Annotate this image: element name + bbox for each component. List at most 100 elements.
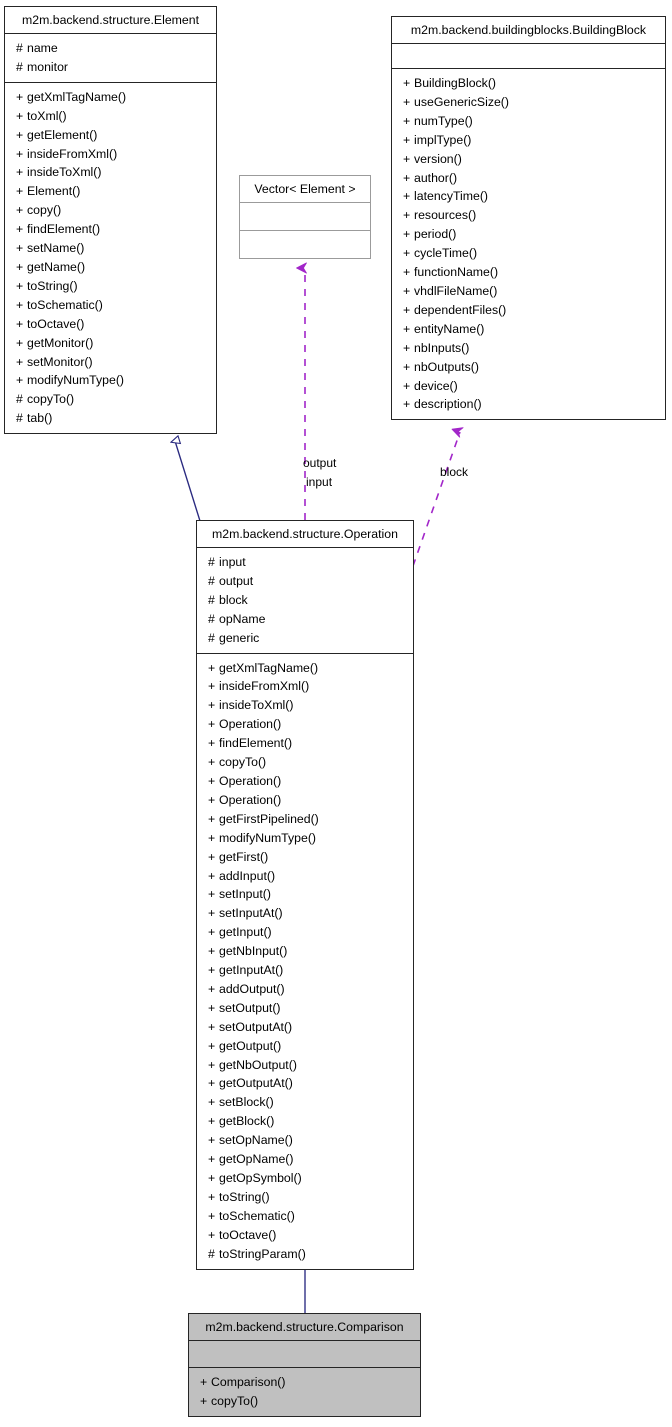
class-attributes-comparison: [189, 1341, 420, 1367]
visibility-marker: #: [208, 555, 215, 569]
visibility-marker: +: [208, 887, 216, 902]
visibility-marker: +: [208, 773, 216, 788]
class-member: # output: [197, 572, 413, 591]
class-attributes-element: # name # monitor: [5, 34, 216, 82]
member-label: findElement(): [219, 736, 293, 751]
member-label: output: [219, 573, 254, 588]
class-member: + getInput(): [197, 923, 413, 942]
visibility-marker: +: [16, 184, 24, 199]
member-label: useGenericSize(): [414, 94, 509, 109]
member-label: getFirstPipelined(): [219, 811, 319, 826]
class-member: + toOctave(): [197, 1226, 413, 1245]
visibility-marker: +: [208, 1095, 216, 1110]
member-label: copyTo(): [219, 755, 267, 770]
member-label: getElement(): [27, 127, 98, 142]
member-label: resources(): [414, 208, 477, 223]
class-member: + toString(): [197, 1188, 413, 1207]
class-box-comparison[interactable]: m2m.backend.structure.Comparison + Compar…: [188, 1313, 421, 1417]
member-label: numType(): [414, 113, 473, 128]
member-label: toOctave(): [219, 1227, 277, 1242]
class-member: + getBlock(): [197, 1112, 413, 1131]
member-label: insideToXml(): [219, 698, 294, 713]
visibility-marker: +: [208, 698, 216, 713]
visibility-marker: +: [208, 1227, 216, 1242]
visibility-marker: #: [16, 59, 23, 74]
class-member: + addInput(): [197, 867, 413, 886]
member-label: modifyNumType(): [219, 830, 317, 845]
member-label: monitor: [27, 59, 69, 74]
visibility-marker: +: [208, 1171, 216, 1185]
member-label: Operation(): [219, 792, 282, 807]
member-label: author(): [414, 170, 458, 185]
class-title-vector-element: Vector< Element >: [254, 182, 356, 196]
member-label: getMonitor(): [27, 335, 94, 350]
visibility-marker: +: [208, 830, 216, 845]
visibility-marker: +: [16, 241, 24, 256]
class-methods-operation: + getXmlTagName() + insideFromXml() + insid…: [197, 654, 413, 1269]
class-member: + implType(): [392, 131, 665, 150]
visibility-marker: +: [208, 1133, 216, 1148]
member-label: generic: [219, 630, 260, 645]
visibility-marker: +: [403, 340, 411, 355]
class-member: + description(): [392, 395, 665, 414]
member-label: getXmlTagName(): [219, 660, 319, 675]
class-box-building-block[interactable]: m2m.backend.buildingblocks.BuildingBlock…: [391, 16, 666, 421]
visibility-marker: +: [403, 208, 411, 223]
member-label: toOctave(): [27, 316, 85, 331]
class-box-operation[interactable]: m2m.backend.structure.Operation # input #…: [196, 520, 414, 1270]
class-member: # toStringParam(): [197, 1245, 413, 1264]
class-member: + nbInputs(): [392, 339, 665, 358]
member-label: copy(): [27, 203, 62, 218]
visibility-marker: +: [208, 963, 216, 978]
class-member: + getNbInput(): [197, 942, 413, 961]
class-box-vector-element[interactable]: Vector< Element >: [239, 175, 371, 259]
member-label: Operation(): [219, 717, 282, 732]
class-box-element[interactable]: m2m.backend.structure.Element # name # mon…: [4, 6, 217, 435]
class-member: # generic: [197, 629, 413, 648]
class-member: + dependentFiles(): [392, 301, 665, 320]
visibility-marker: +: [16, 222, 24, 237]
class-title-building-block: m2m.backend.buildingblocks.BuildingBlock: [410, 23, 647, 37]
member-label: findElement(): [27, 222, 101, 237]
member-label: getBlock(): [219, 1114, 275, 1129]
member-label: setOutput(): [219, 1000, 281, 1015]
visibility-marker: +: [403, 170, 411, 185]
class-member: + getName(): [5, 258, 216, 277]
member-label: getXmlTagName(): [27, 89, 127, 104]
member-label: dependentFiles(): [414, 302, 507, 317]
visibility-marker: +: [16, 108, 24, 123]
visibility-marker: #: [208, 1246, 215, 1261]
visibility-marker: +: [16, 259, 24, 274]
class-member: + findElement(): [5, 220, 216, 239]
class-member: + Operation(): [197, 715, 413, 734]
class-member: + setOutput(): [197, 999, 413, 1018]
class-member: + findElement(): [197, 734, 413, 753]
class-title-element: m2m.backend.structure.Element: [21, 13, 199, 27]
member-label: name: [27, 41, 58, 55]
class-member: + version(): [392, 150, 665, 169]
class-member: + insideFromXml(): [197, 677, 413, 696]
class-member: + getOutput(): [197, 1037, 413, 1056]
visibility-marker: +: [16, 165, 24, 180]
visibility-marker: +: [16, 354, 24, 369]
visibility-marker: +: [208, 981, 216, 996]
member-label: getOpSymbol(): [219, 1171, 302, 1185]
class-member: + getNbOutput(): [197, 1056, 413, 1075]
member-label: getInput(): [219, 925, 272, 940]
class-title-comparison: m2m.backend.structure.Comparison: [205, 1320, 404, 1334]
class-member: + functionName(): [392, 263, 665, 282]
visibility-marker: +: [208, 736, 216, 751]
visibility-marker: +: [403, 397, 411, 412]
class-member: + toSchematic(): [5, 296, 216, 315]
visibility-marker: +: [16, 335, 24, 350]
member-label: copyTo(): [211, 1393, 259, 1408]
class-member: + getInputAt(): [197, 961, 413, 980]
visibility-marker: #: [16, 411, 23, 426]
class-methods-comparison: + Comparison() + copyTo(): [189, 1368, 420, 1416]
member-label: cycleTime(): [414, 246, 478, 261]
class-member: + Operation(): [197, 791, 413, 810]
uml-class-diagram: m2m.backend.structure.Element # name # mon…: [0, 0, 672, 1427]
member-label: toSchematic(): [27, 297, 103, 312]
visibility-marker: +: [403, 94, 411, 109]
member-label: setOpName(): [219, 1133, 293, 1148]
